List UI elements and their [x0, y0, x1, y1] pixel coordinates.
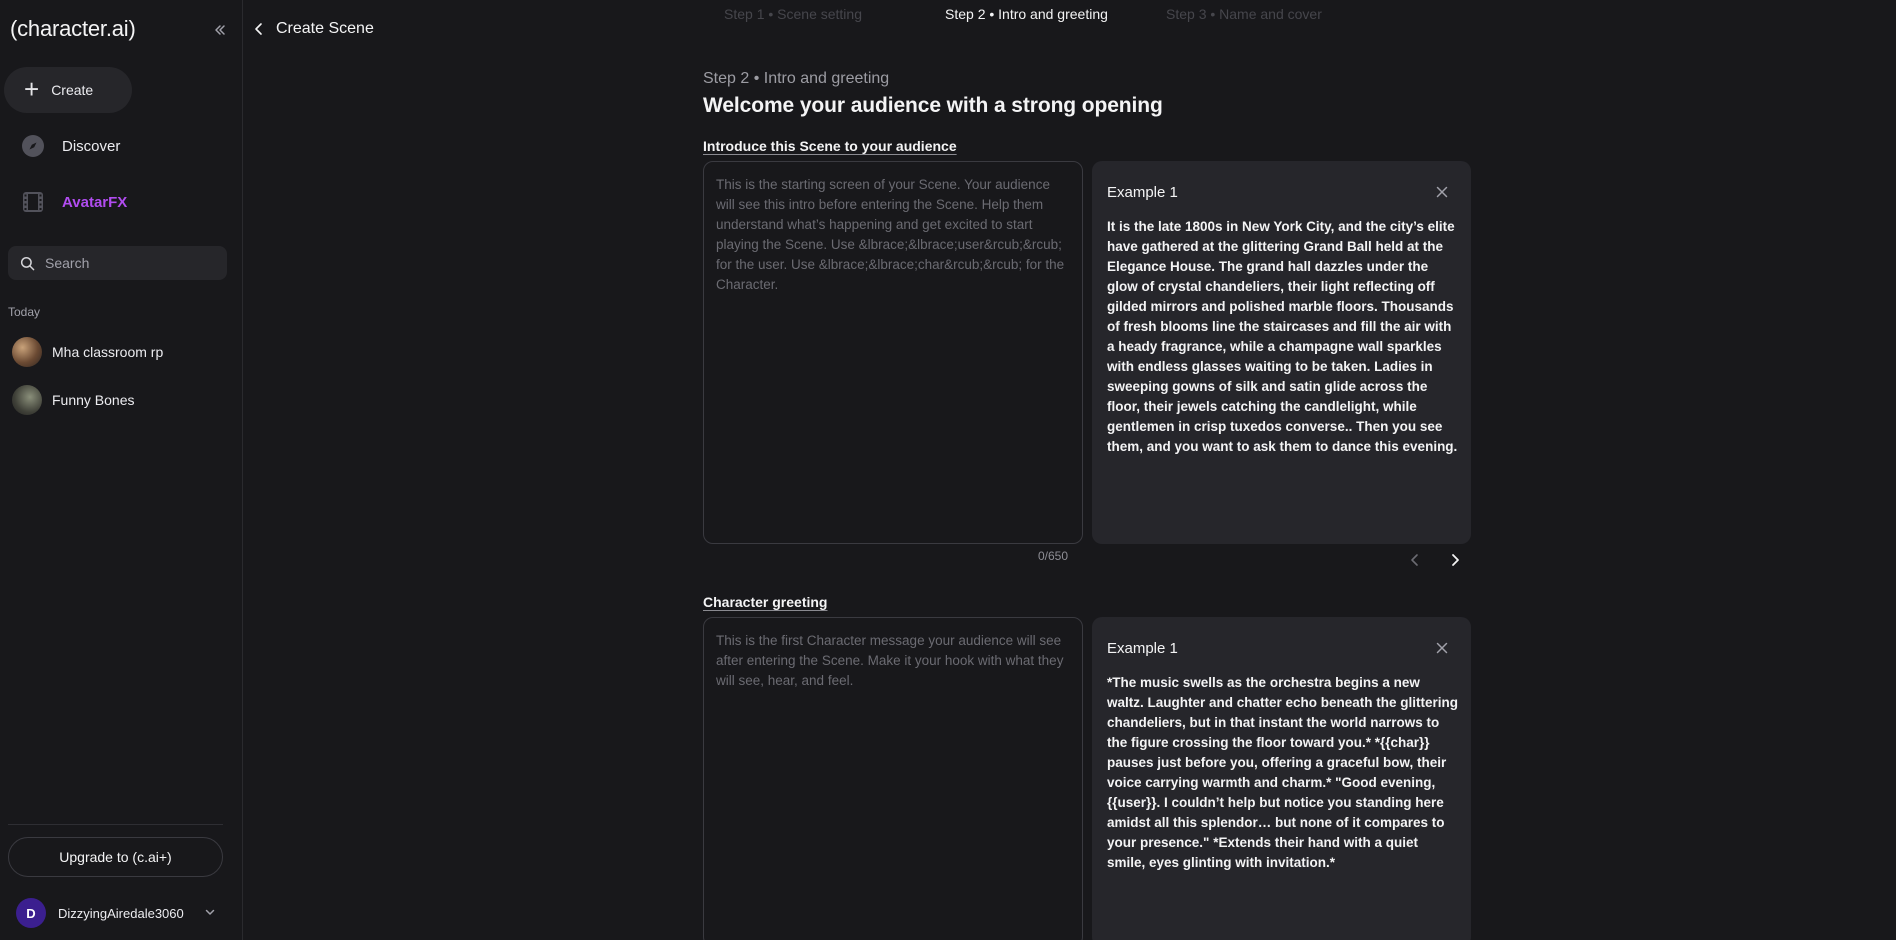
example-text: *The music swells as the orchestra begin…: [1107, 675, 1459, 870]
user-menu[interactable]: D DizzyingAiredale3060: [16, 898, 216, 928]
chevron-left-icon: [255, 23, 262, 35]
username: DizzyingAiredale3060: [58, 905, 184, 921]
avatar: [12, 337, 42, 367]
previous-example-button[interactable]: [1404, 549, 1426, 571]
create-label: Create: [51, 82, 94, 98]
section-label-today: Today: [8, 305, 41, 319]
greeting-example-card: Example 1 *The music swells as the orche…: [1092, 617, 1471, 940]
chat-name: Mha classroom rp: [52, 344, 164, 360]
next-example-button[interactable]: [1444, 549, 1466, 571]
double-chevron-left-icon: [215, 25, 225, 35]
intro-field-label: Introduce this Scene to your audience: [703, 138, 957, 154]
plus-icon: +: [24, 74, 40, 104]
chat-item-funny-bones[interactable]: Funny Bones: [12, 385, 135, 415]
search-input[interactable]: [45, 255, 215, 271]
step-2-intro-and-greeting[interactable]: Step 2 • Intro and greeting: [945, 6, 1108, 22]
greeting-field-label: Character greeting: [703, 594, 828, 610]
upgrade-button[interactable]: Upgrade to (c.ai+): [8, 837, 223, 877]
close-example-button[interactable]: [1431, 637, 1453, 659]
nav-item-avatarfx[interactable]: AvatarFX: [20, 189, 127, 215]
intro-example-card: Example 1 It is the late 1800s in New Yo…: [1092, 161, 1471, 544]
example-title: Example 1: [1107, 184, 1178, 201]
chevron-left-icon: [1411, 554, 1418, 566]
nav-item-discover[interactable]: Discover: [20, 133, 120, 159]
close-example-button[interactable]: [1431, 181, 1453, 203]
intro-textarea[interactable]: [704, 162, 1082, 543]
step-1-scene-setting[interactable]: Step 1 • Scene setting: [724, 6, 862, 22]
back-button[interactable]: Create Scene: [252, 20, 374, 38]
example-title: Example 1: [1107, 640, 1178, 657]
search-icon: [20, 256, 35, 270]
divider: [8, 824, 223, 825]
chat-item-mha-classroom-rp[interactable]: Mha classroom rp: [12, 337, 163, 367]
page-title: Create Scene: [276, 20, 374, 37]
compass-icon: [20, 133, 46, 159]
collapse-sidebar-button[interactable]: [210, 20, 230, 40]
app-logo[interactable]: (character.ai): [10, 16, 136, 42]
chevron-right-icon: [1452, 554, 1459, 566]
film-icon: [20, 189, 46, 215]
nav-discover-label: Discover: [62, 137, 121, 155]
chat-name: Funny Bones: [52, 392, 135, 408]
greeting-textarea[interactable]: [704, 618, 1082, 940]
create-button[interactable]: + Create: [4, 67, 132, 113]
step-eyebrow: Step 2 • Intro and greeting: [703, 70, 890, 87]
intro-textarea-wrapper: [703, 161, 1083, 544]
sidebar-search: [8, 246, 227, 280]
intro-char-count: 0/650: [1038, 549, 1069, 563]
app-root: (character.ai) + Create Discover AvatarF…: [0, 0, 1896, 940]
chevron-down-icon: [204, 906, 216, 921]
user-avatar: D: [16, 898, 46, 928]
nav-avatarfx-label: AvatarFX: [62, 193, 128, 211]
close-icon: [1436, 642, 1448, 654]
section-headline: Welcome your audience with a strong open…: [703, 94, 1163, 117]
example-text: It is the late 1800s in New York City, a…: [1107, 219, 1458, 454]
avatar: [12, 385, 42, 415]
close-icon: [1436, 186, 1448, 198]
greeting-textarea-wrapper: [703, 617, 1083, 940]
step-3-name-and-cover[interactable]: Step 3 • Name and cover: [1166, 6, 1322, 22]
sidebar: (character.ai) + Create Discover AvatarF…: [0, 0, 243, 940]
